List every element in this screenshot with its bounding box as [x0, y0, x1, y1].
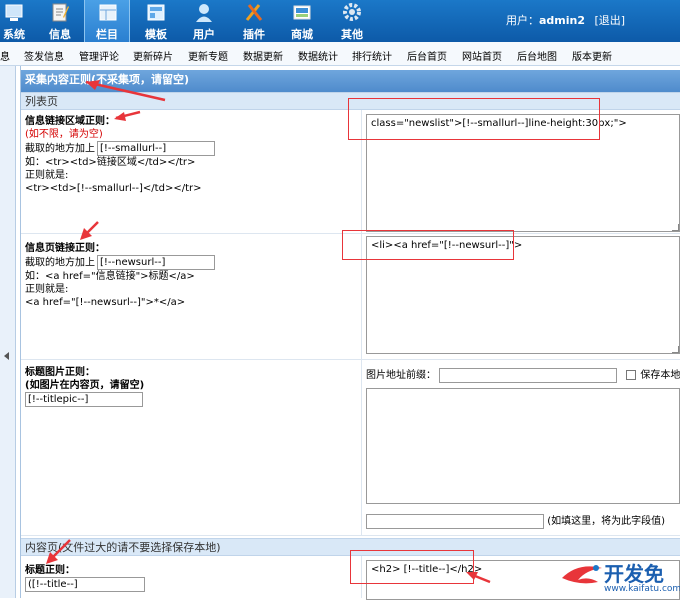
gear-icon	[343, 3, 361, 21]
nav-system[interactable]: 系统	[0, 0, 36, 42]
newsurl-input[interactable]: [!--newsurl--]	[97, 255, 215, 270]
page-link-title: 信息页链接正则：	[25, 243, 105, 254]
subnav-item[interactable]: 更新碎片	[133, 48, 173, 63]
document-icon	[52, 3, 69, 22]
page-link-example: 如：<a href="信息链接">标题</a>	[25, 271, 195, 282]
subnav-item[interactable]: 后台首页	[407, 48, 447, 63]
title-pic-row: 标题图片正则： (如图片在内容页，请留空) [!--titlepic--] 图片…	[21, 360, 680, 536]
top-nav-bar: 系统 信息 栏目 模板 用户 插件 商城 其他 用户：admin2 [退出]	[0, 0, 680, 42]
folder-icon	[99, 4, 117, 21]
pic-prefix-input[interactable]	[439, 367, 618, 383]
subnav-item[interactable]: 版本更新	[572, 48, 612, 63]
link-area-note: (如不限，请为空)	[25, 129, 103, 140]
page-link-regex: <a href="[!--newsurl--]">*</a>	[25, 297, 186, 308]
titlepic-input[interactable]: [!--titlepic--]	[25, 392, 143, 407]
user-icon	[196, 4, 212, 22]
logout-link[interactable]: [退出]	[595, 14, 626, 27]
sidebar-collapse-strip[interactable]	[0, 66, 16, 598]
title-regex-title: 标题正则：	[25, 565, 75, 576]
subnav-item[interactable]: 息	[0, 48, 10, 63]
nav-user[interactable]: 用户	[182, 0, 226, 42]
resize-handle-icon[interactable]	[672, 224, 679, 231]
plugin-icon	[245, 4, 263, 21]
smallurl-input[interactable]: [!--smallurl--]	[97, 141, 215, 156]
sub-nav-bar: 息 签发信息 管理评论 更新碎片 更新专题 数据更新 数据统计 排行统计 后台首…	[0, 42, 680, 66]
subnav-item[interactable]: 数据统计	[298, 48, 338, 63]
link-area-label-cell: 信息链接区域正则： (如不限，请为空) 截取的地方加上 [!--smallurl-…	[21, 110, 361, 197]
title-pic-textarea[interactable]	[366, 388, 680, 504]
shop-icon	[293, 5, 311, 20]
subnav-item[interactable]: 数据更新	[243, 48, 283, 63]
nav-shop[interactable]: 商城	[280, 0, 324, 42]
subnav-item[interactable]: 管理评论	[79, 48, 119, 63]
watermark-logo-icon	[562, 565, 602, 584]
user-info: 用户：admin2 [退出]	[506, 14, 626, 27]
nav-column[interactable]: 栏目	[84, 0, 130, 42]
nav-template[interactable]: 模板	[134, 0, 178, 42]
subnav-item[interactable]: 排行统计	[352, 48, 392, 63]
resize-handle-icon[interactable]	[672, 346, 679, 353]
subnav-item[interactable]: 后台地图	[517, 48, 557, 63]
nav-info[interactable]: 信息	[38, 0, 82, 42]
site-watermark: 开发免 www.kaifatu.com	[558, 556, 680, 598]
annotation-box	[348, 98, 600, 140]
annotation-box	[350, 550, 474, 584]
nav-other[interactable]: 其他	[330, 0, 374, 42]
title-pic-note: (如图片在内容页，请留空)	[25, 380, 145, 391]
subnav-item[interactable]: 网站首页	[462, 48, 502, 63]
save-local-checkbox[interactable]	[626, 370, 637, 380]
subnav-item[interactable]: 签发信息	[24, 48, 64, 63]
collapse-arrow-icon[interactable]	[4, 352, 9, 360]
title-input[interactable]: ([!--title--]	[25, 577, 145, 592]
link-area-regex: <tr><td>[!--smallurl--]</td></tr>	[25, 183, 202, 194]
section-header: 采集内容正则(不采集项，请留空)	[21, 70, 680, 92]
default-value-input[interactable]	[366, 513, 544, 529]
link-area-title: 信息链接区域正则：	[25, 116, 115, 127]
link-area-example: 如：<tr><td>链接区域</td></tr>	[25, 157, 196, 168]
annotation-box	[342, 230, 514, 260]
system-icon	[5, 4, 23, 21]
subnav-item[interactable]: 更新专题	[188, 48, 228, 63]
template-icon	[147, 4, 165, 21]
main-content: 采集内容正则(不采集项，请留空) 列表页 信息链接区域正则： (如不限，请为空)…	[20, 66, 680, 600]
title-pic-title: 标题图片正则：	[25, 367, 95, 378]
nav-plugin[interactable]: 插件	[232, 0, 276, 42]
